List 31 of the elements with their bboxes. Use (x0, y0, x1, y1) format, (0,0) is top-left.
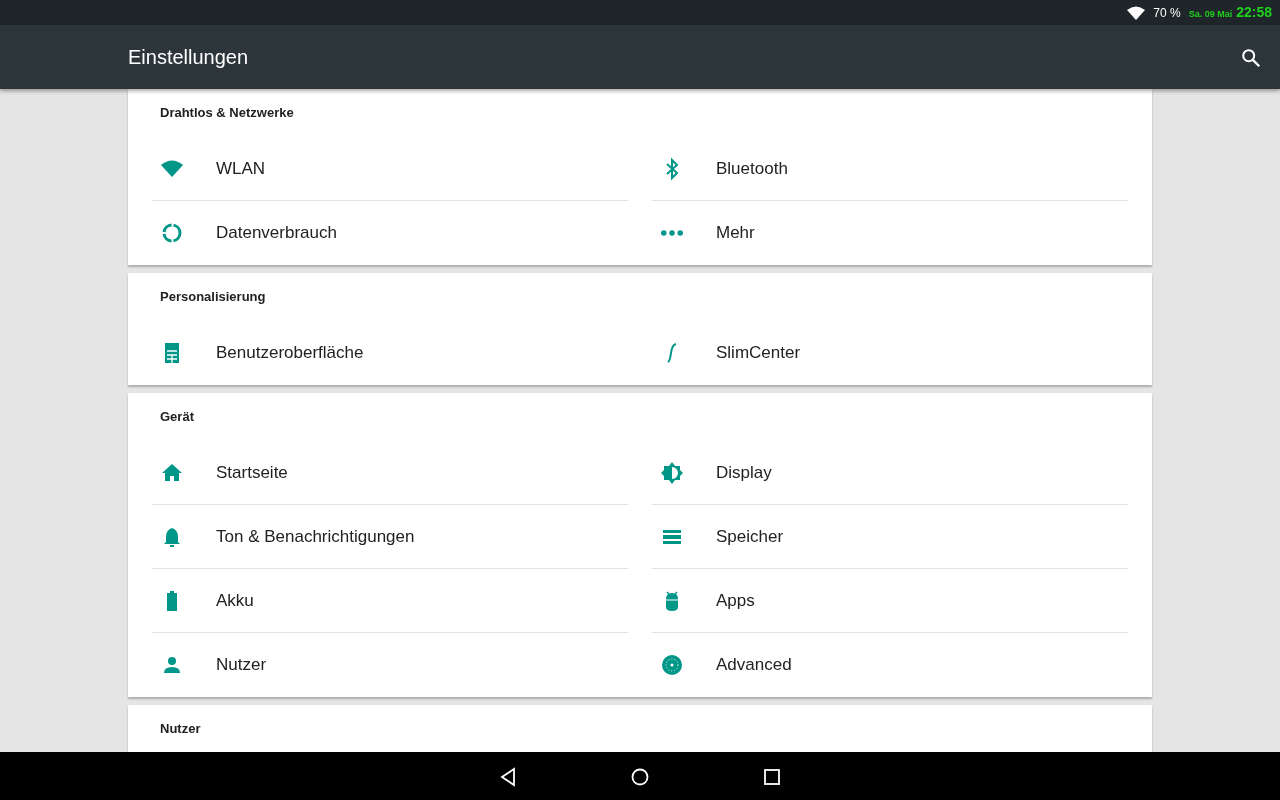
settings-item[interactable]: Akku (152, 569, 628, 633)
wifi-icon (1127, 5, 1146, 20)
clock-time: 22:58 (1236, 3, 1272, 22)
settings-item[interactable]: Nutzer (152, 633, 628, 697)
settings-item[interactable]: Startseite (152, 441, 628, 505)
settings-item[interactable]: Apps (652, 569, 1128, 633)
ring-icon (160, 221, 184, 245)
settings-item[interactable]: WLAN (152, 137, 628, 201)
settings-item[interactable]: SlimCenter (652, 321, 1128, 385)
settings-item[interactable]: Mehr (652, 201, 1128, 265)
settings-item[interactable]: Ton & Benachrichtigungen (152, 505, 628, 569)
settings-item[interactable]: Advanced (652, 633, 1128, 697)
dial-icon (660, 653, 684, 677)
settings-item[interactable]: Display (652, 441, 1128, 505)
settings-item[interactable]: Datenverbrauch (152, 201, 628, 265)
search-icon (1240, 46, 1262, 69)
section-header: Gerät (159, 408, 195, 427)
back-icon (498, 766, 518, 787)
settings-item[interactable]: Speicher (652, 505, 1128, 569)
date-text: Sa. 09 Mai (1188, 8, 1233, 21)
battery-percentage: 70 % (1153, 4, 1181, 22)
section-header: Nutzer (159, 720, 202, 739)
home-icon (630, 766, 650, 787)
app-title: Einstellungen (128, 45, 249, 70)
brightness-icon (660, 460, 684, 485)
section-header: Personalisierung (159, 288, 267, 307)
settings-item[interactable]: Benutzeroberfläche (152, 321, 628, 385)
settings-item[interactable]: Bluetooth (652, 137, 1128, 201)
section-header: Drahtlos & Netzwerke (159, 104, 295, 123)
recents-icon (762, 766, 782, 787)
dots-icon (661, 230, 683, 236)
